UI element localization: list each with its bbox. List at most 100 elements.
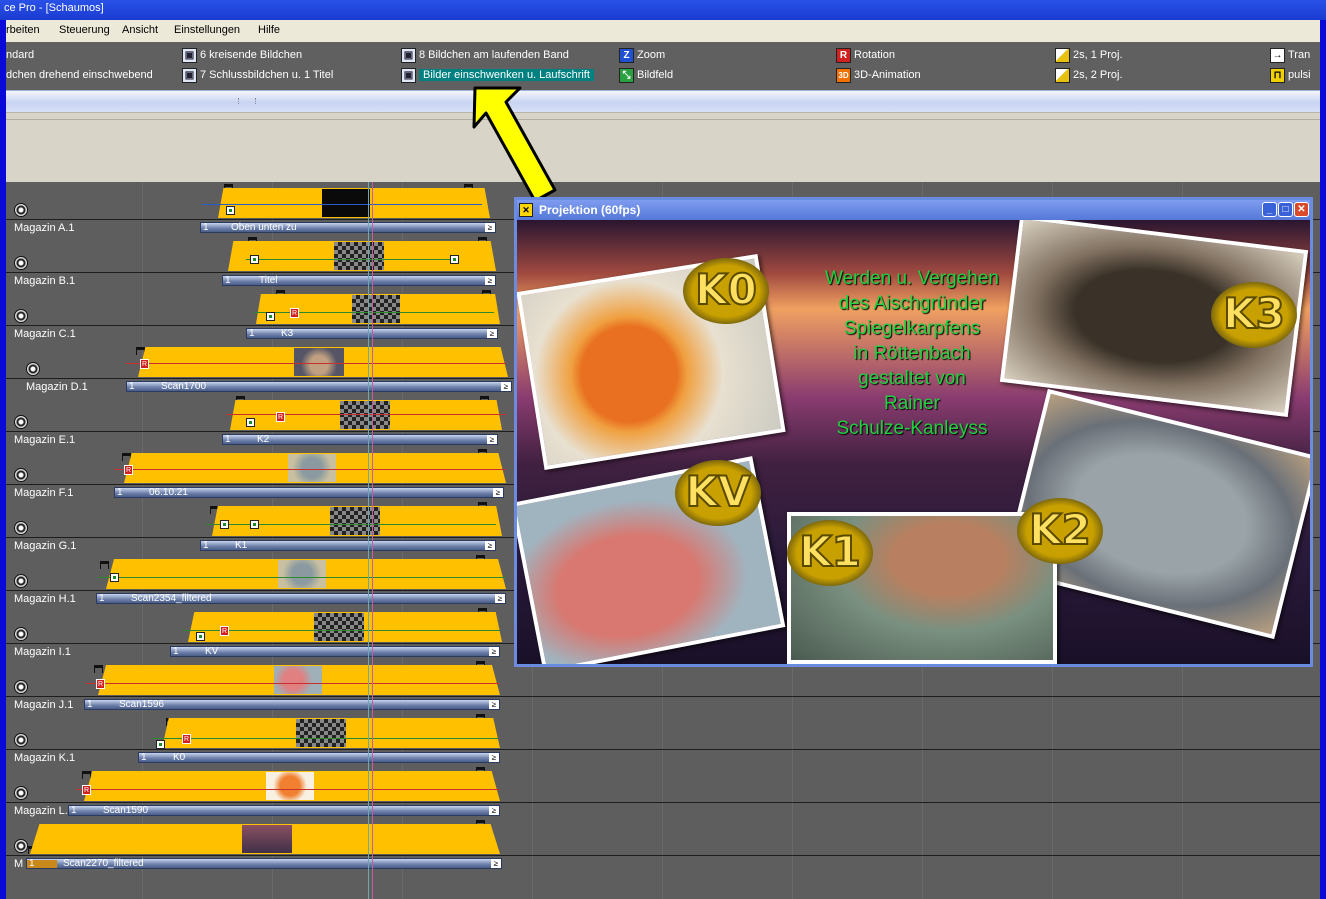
template-rotation[interactable]: R Rotation <box>836 47 895 63</box>
clip-thumbnail <box>294 348 344 376</box>
clip-end-icon[interactable]: ≥ <box>489 647 499 656</box>
marker-icon[interactable] <box>94 665 103 673</box>
clip-bar[interactable]: 1 06.10.21 ≥ <box>114 487 504 498</box>
track-name: Magazin I.1 <box>14 646 71 658</box>
maximize-button[interactable]: □ <box>1278 202 1293 217</box>
clip-track-bar[interactable] <box>162 718 500 748</box>
rotation-key-icon[interactable]: R <box>220 626 229 636</box>
clip-end-icon[interactable]: ≥ <box>495 594 505 603</box>
rotation-key-icon[interactable]: R <box>96 679 105 689</box>
marker-icon[interactable] <box>136 347 145 355</box>
clip-thumbnail <box>314 613 364 641</box>
clip-bar[interactable]: 1 Scan1590 ≥ <box>68 805 500 816</box>
clip-track-bar[interactable] <box>188 612 502 642</box>
rotation-key-icon[interactable]: R <box>276 412 285 422</box>
clip-end-icon[interactable]: ≥ <box>489 806 499 815</box>
clip-end-icon[interactable]: ≥ <box>487 329 497 338</box>
rotation-key-icon[interactable]: R <box>140 359 149 369</box>
gear-icon[interactable] <box>14 574 28 588</box>
clip-end-icon[interactable]: ≥ <box>487 435 497 444</box>
clip-bar[interactable]: 1 Scan2354_filtered ≥ <box>96 593 506 604</box>
clip-end-icon[interactable]: ≥ <box>501 382 511 391</box>
clip-track-bar[interactable] <box>30 824 500 854</box>
gear-icon[interactable] <box>14 733 28 747</box>
gear-icon[interactable] <box>14 839 28 853</box>
keyframe-icon[interactable] <box>246 418 255 427</box>
track-separator <box>6 696 1320 697</box>
track-magazin-k[interactable]: R Magazin K.1 1 K0 ≥ <box>6 712 1320 765</box>
projection-titlebar[interactable]: ✕ Projektion (60fps) _ □ ✕ <box>517 200 1310 220</box>
clip-bar[interactable]: 1 Titel ≥ <box>222 275 496 286</box>
template-2s-1-proj[interactable]: 2s, 1 Proj. <box>1055 47 1123 63</box>
clip-track-bar[interactable] <box>138 347 508 377</box>
marker-icon[interactable] <box>122 453 131 461</box>
keyframe-icon[interactable] <box>266 312 275 321</box>
close-button[interactable]: ✕ <box>1294 202 1309 217</box>
keyframe-icon[interactable] <box>196 632 205 641</box>
track-magazin-m[interactable]: M 1 Scan2270_filtered ≥ <box>6 818 1320 871</box>
badge-k0: K0 <box>683 258 769 324</box>
clip-end-icon[interactable]: ≥ <box>485 541 495 550</box>
clip-bar[interactable]: 1 Oben unten zu ≥ <box>200 222 496 233</box>
rotation-key-icon[interactable]: R <box>82 785 91 795</box>
keyframe-icon[interactable] <box>220 520 229 529</box>
template-3d-animation[interactable]: 3D 3D-Animation <box>836 67 921 83</box>
template-bildfeld[interactable]: ⤡ Bildfeld <box>619 67 673 83</box>
minimize-button[interactable]: _ <box>1262 202 1277 217</box>
projection-window[interactable]: ✕ Projektion (60fps) _ □ ✕ Werden u. Ver… <box>514 197 1313 667</box>
gear-icon[interactable] <box>14 415 28 429</box>
clip-name: K0 <box>173 752 186 763</box>
keyframe-icon[interactable] <box>156 740 165 749</box>
gear-icon[interactable] <box>14 786 28 800</box>
marker-icon[interactable] <box>82 771 91 779</box>
gear-icon[interactable] <box>26 362 40 376</box>
marker-icon[interactable] <box>100 561 109 569</box>
clip-end-icon[interactable]: ≥ <box>491 859 501 868</box>
clip-track-bar[interactable] <box>230 400 502 430</box>
keyframe-icon[interactable] <box>250 520 259 529</box>
clip-thumbnail <box>352 295 400 323</box>
template-transition[interactable]: → Tran <box>1270 47 1310 63</box>
clip-end-icon[interactable]: ≥ <box>485 276 495 285</box>
template-zoom[interactable]: Z Zoom <box>619 47 665 63</box>
rotation-key-icon[interactable]: R <box>124 465 133 475</box>
clip-index: 1 <box>225 275 231 286</box>
template-pulse[interactable]: ⊓ pulsi <box>1270 67 1311 83</box>
clip-bar[interactable]: 1 KV ≥ <box>170 646 500 657</box>
gear-icon[interactable] <box>14 309 28 323</box>
clip-end-icon[interactable]: ≥ <box>493 488 503 497</box>
clip-end-icon[interactable]: ≥ <box>489 700 499 709</box>
clip-bar[interactable]: 1 K1 ≥ <box>200 540 496 551</box>
gear-icon[interactable] <box>14 256 28 270</box>
clip-track-bar[interactable] <box>106 559 506 589</box>
gear-icon[interactable] <box>14 521 28 535</box>
track-name: Magazin G.1 <box>14 540 77 552</box>
projection-canvas[interactable]: Werden u. Vergehen des Aischgründer Spie… <box>517 220 1310 664</box>
track-name: Magazin D.1 <box>26 381 88 393</box>
clip-bar[interactable]: 1 K2 ≥ <box>222 434 498 445</box>
playhead-line[interactable] <box>368 182 369 899</box>
clip-track-bar[interactable] <box>124 453 506 483</box>
track-magazin-l[interactable]: R Magazin L.1 1 Scan1590 ≥ <box>6 765 1320 818</box>
gear-icon[interactable] <box>14 627 28 641</box>
clip-bar[interactable]: 1 Scan1700 ≥ <box>126 381 512 392</box>
transition-arrow-icon: → <box>1270 47 1285 63</box>
gear-icon[interactable] <box>14 680 28 694</box>
clip-thumbnail <box>278 560 326 588</box>
clip-end-icon[interactable]: ≥ <box>485 223 495 232</box>
clip-track-bar[interactable] <box>98 665 500 695</box>
gear-icon[interactable] <box>14 468 28 482</box>
rotation-key-icon[interactable]: R <box>182 734 191 744</box>
clip-bar[interactable]: 1 Scan1596 ≥ <box>84 699 500 710</box>
clip-end-icon[interactable]: ≥ <box>489 753 499 762</box>
clip-track-bar[interactable] <box>84 771 500 801</box>
template-2s-2-proj[interactable]: 2s, 2 Proj. <box>1055 67 1123 83</box>
caption-line: gestaltet von <box>858 368 966 389</box>
rotation-key-icon[interactable]: R <box>290 308 299 318</box>
clip-bar[interactable]: 1 K0 ≥ <box>138 752 500 763</box>
keyframe-icon[interactable] <box>450 255 459 264</box>
keyframe-icon[interactable] <box>110 573 119 582</box>
fade-ramp-icon <box>1055 47 1070 63</box>
keyframe-icon[interactable] <box>250 255 259 264</box>
clip-bar[interactable]: 1 Scan2270_filtered ≥ <box>26 858 502 869</box>
